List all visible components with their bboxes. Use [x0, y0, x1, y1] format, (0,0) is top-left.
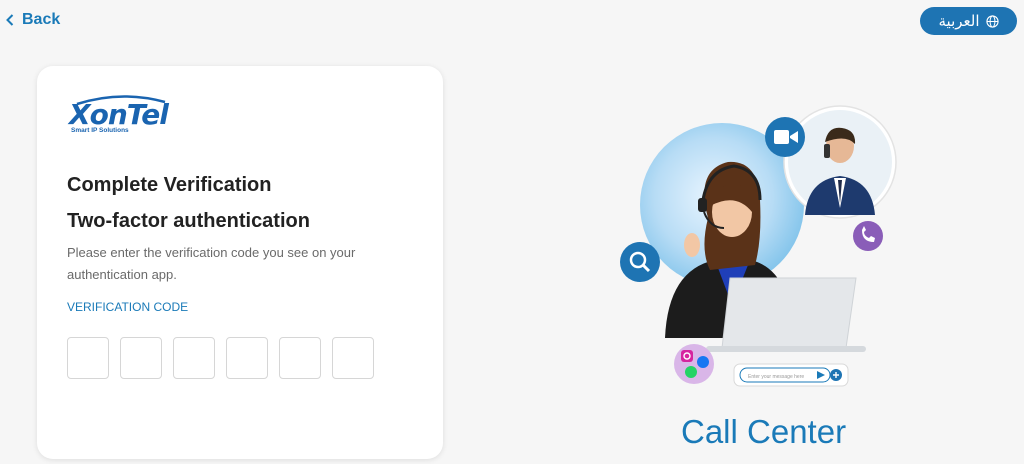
social-icons [674, 344, 714, 384]
back-link[interactable]: Back [6, 11, 60, 29]
code-digit-2[interactable] [120, 337, 162, 379]
code-digit-5[interactable] [279, 337, 321, 379]
back-label: Back [22, 11, 61, 28]
chevron-left-icon [6, 14, 14, 26]
verification-card: XonTel Smart IP Solutions Complete Verif… [37, 66, 443, 459]
message-placeholder: Enter your message here [748, 374, 804, 380]
language-toggle-button[interactable]: العربية [920, 7, 1017, 35]
call-center-illustration: Enter your message here [620, 105, 897, 387]
verification-code-label: VERIFICATION CODE [67, 300, 189, 314]
page-subtitle: Two-factor authentication [67, 210, 310, 232]
verification-code-inputs [67, 337, 374, 379]
code-digit-3[interactable] [173, 337, 215, 379]
code-digit-4[interactable] [226, 337, 268, 379]
search-icon [620, 242, 660, 282]
message-input-graphic: Enter your message here [733, 363, 849, 387]
businessman-avatar [783, 105, 897, 219]
xontel-logo: XonTel Smart IP Solutions [69, 94, 179, 138]
video-call-icon [765, 117, 805, 157]
phone-icon [853, 221, 883, 251]
language-label: العربية [938, 12, 980, 30]
globe-icon [985, 14, 999, 28]
page-title: Complete Verification [67, 174, 272, 196]
call-center-caption: Call Center [681, 413, 847, 450]
logo-tagline: Smart IP Solutions [71, 127, 129, 134]
instructions-text: Please enter the verification code you s… [67, 245, 356, 282]
code-digit-1[interactable] [67, 337, 109, 379]
code-digit-6[interactable] [332, 337, 374, 379]
laptop [706, 277, 866, 352]
